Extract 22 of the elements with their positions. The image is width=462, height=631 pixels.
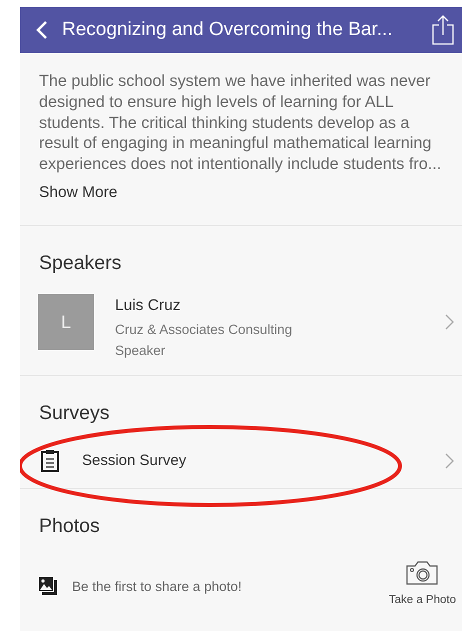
survey-row[interactable]: Session Survey xyxy=(20,435,462,490)
chevron-icon xyxy=(445,314,454,330)
survey-label: Session Survey xyxy=(82,450,188,471)
back-icon[interactable] xyxy=(36,20,48,40)
section-title: Surveys xyxy=(38,400,110,426)
section-title: Speakers xyxy=(38,250,122,276)
photos-icon xyxy=(38,576,58,596)
clipboard-icon xyxy=(40,449,60,474)
section-title: Photos xyxy=(38,514,101,538)
page-title: Recognizing and Overcoming the Bar... xyxy=(62,18,394,42)
camera-icon xyxy=(405,560,440,586)
share-icon[interactable] xyxy=(432,15,454,45)
chevron-icon xyxy=(445,453,454,470)
avatar: L xyxy=(38,294,94,350)
description-text: The public school system we have inherited was never designed to ensure high levels of learning for ALL students. The critical thinking students develop as a result of engaging in meaningful mathematical learning experiences does not intentionally include students fro... xyxy=(39,71,442,175)
take-photo-button[interactable]: Take a Photo xyxy=(388,560,456,610)
empty-photos-text: Be the first to share a photo! xyxy=(72,578,243,596)
speaker-row[interactable]: L Luis Cruz Cruz & Associates Consulting Speaker xyxy=(20,275,462,375)
speaker-company: Cruz & Associates Consulting xyxy=(115,320,294,339)
show-more-link[interactable]: Show More xyxy=(39,180,118,204)
speaker-role: Speaker xyxy=(115,342,166,360)
speaker-name: Luis Cruz xyxy=(115,296,182,316)
